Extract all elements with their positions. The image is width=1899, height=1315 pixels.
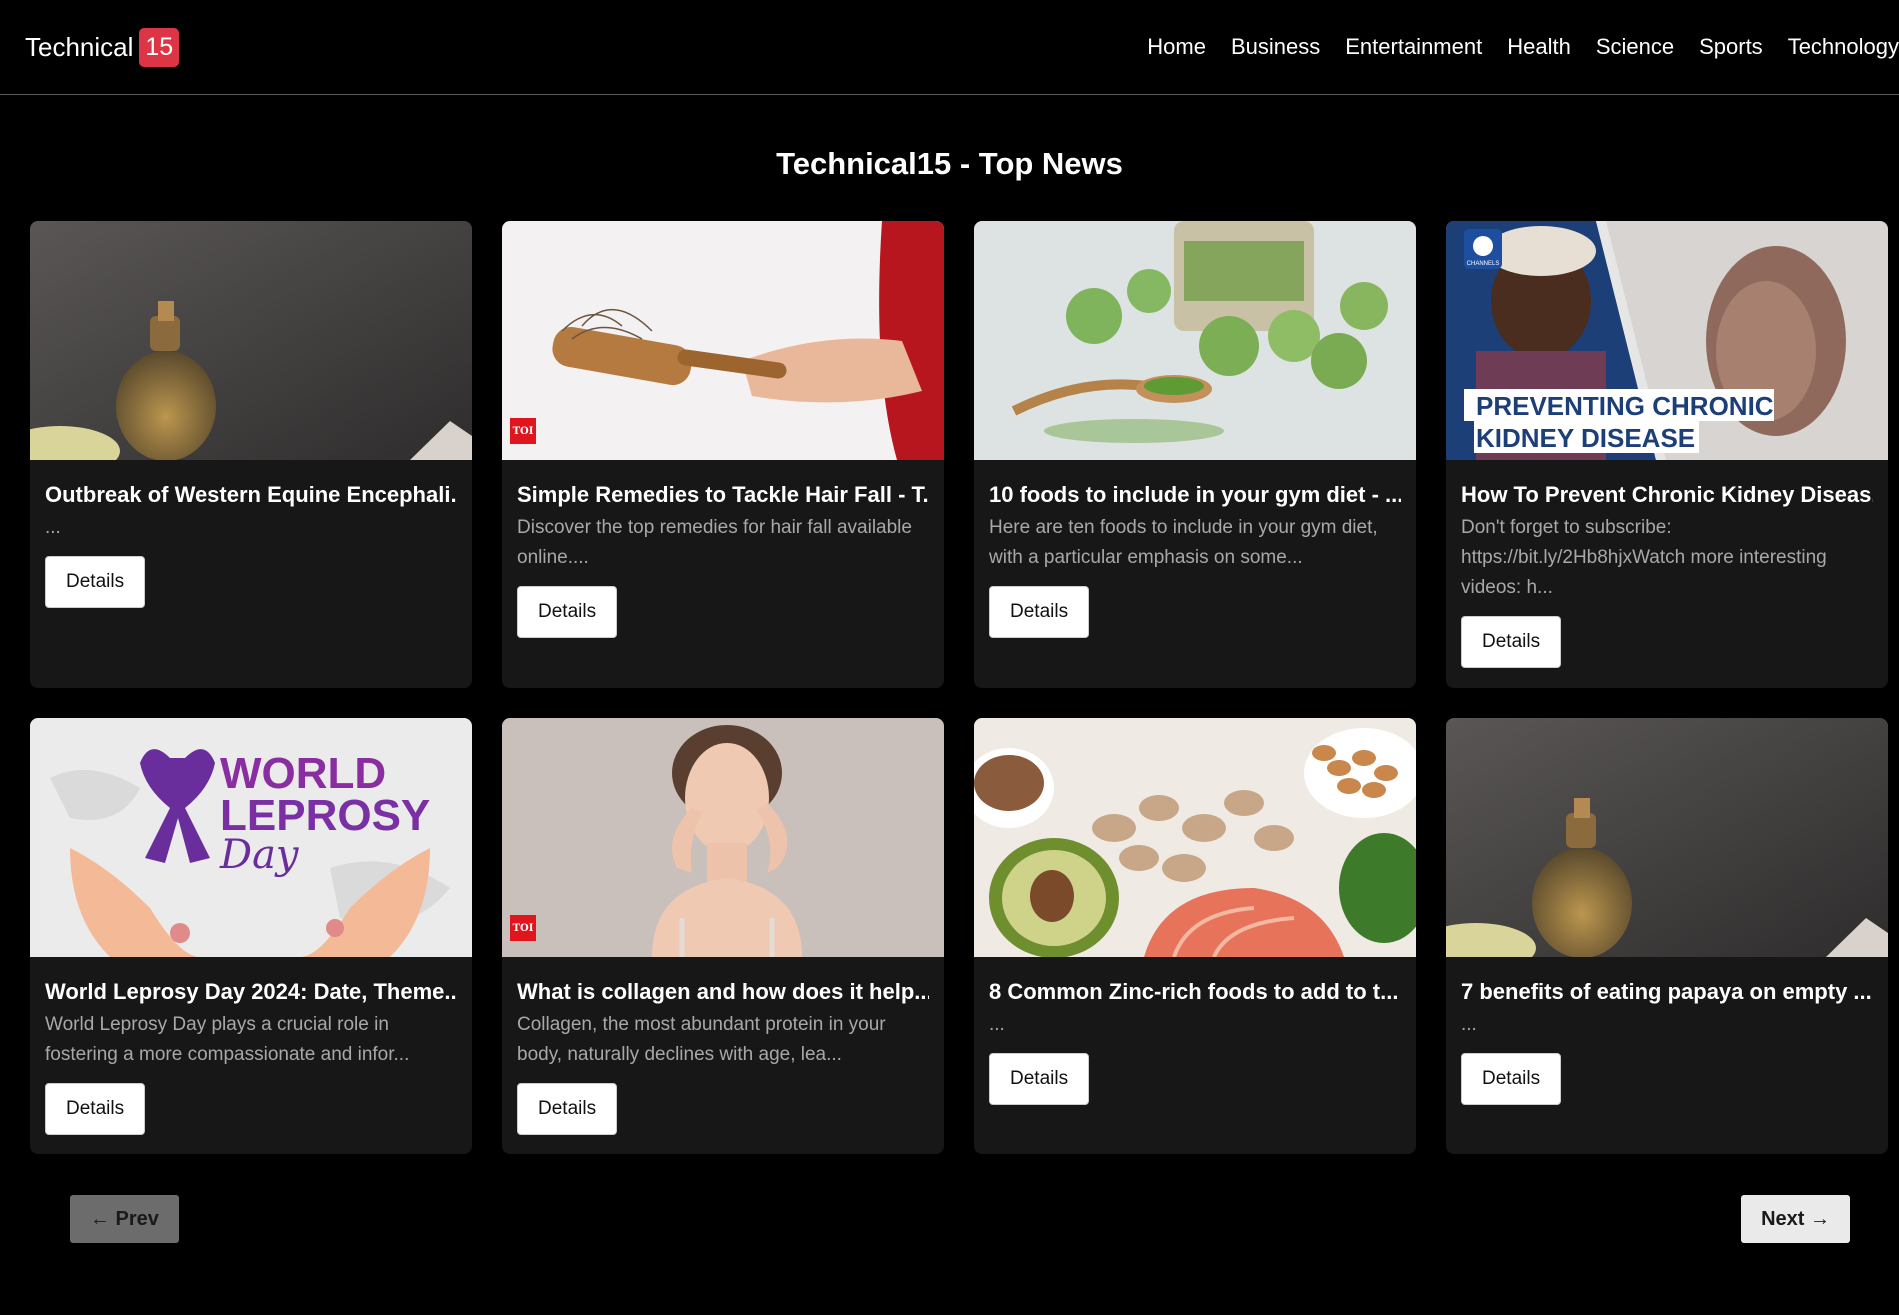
nav-link-science[interactable]: Science <box>1596 34 1674 60</box>
nav-link-business[interactable]: Business <box>1231 34 1320 60</box>
details-button[interactable]: Details <box>45 1083 146 1135</box>
news-image-protein-balls <box>974 221 1416 460</box>
news-title[interactable]: World Leprosy Day 2024: Date, Theme... <box>45 977 457 1007</box>
zinc-foods-image <box>974 718 1416 957</box>
hairbrush-image <box>502 221 944 460</box>
news-title[interactable]: 7 benefits of eating papaya on empty ... <box>1461 977 1873 1007</box>
page-title: Technical15 - Top News <box>776 146 1123 181</box>
news-image-kidney-broadcast: CHANNELS PREVENTING CHRONIC KIDNEY DISEA… <box>1446 221 1888 460</box>
oil-bottle-image <box>1446 718 1888 957</box>
kidney-broadcast-image: CHANNELS PREVENTING CHRONIC KIDNEY DISEA… <box>1446 221 1888 460</box>
nav-links: Home Business Entertainment Health Scien… <box>1122 34 1899 60</box>
nav-link-technology[interactable]: Technology <box>1788 34 1899 60</box>
details-button[interactable]: Details <box>1461 616 1562 668</box>
news-card: 8 Common Zinc-rich foods to add to t... … <box>974 718 1416 1154</box>
brand-name: Technical <box>25 31 134 62</box>
nav-link-home[interactable]: Home <box>1147 34 1206 60</box>
news-image-oil-bottle <box>1446 718 1888 957</box>
news-title[interactable]: How To Prevent Chronic Kidney Diseas... <box>1461 480 1873 510</box>
news-description: Collagen, the most abundant protein in y… <box>517 1014 886 1065</box>
image-headline-line-1: PREVENTING CHRONIC <box>1476 391 1774 421</box>
news-grid: Outbreak of Western Equine Encephali... … <box>30 221 1890 1154</box>
news-title[interactable]: Outbreak of Western Equine Encephali... <box>45 480 457 510</box>
oil-bottle-image <box>30 221 472 460</box>
news-description: Here are ten foods to include in your gy… <box>989 517 1378 568</box>
prev-button[interactable]: ← Prev <box>70 1195 179 1243</box>
news-image-skincare: TOI <box>502 718 944 957</box>
news-description: Don't forget to subscribe: https://bit.l… <box>1461 517 1827 598</box>
details-button[interactable]: Details <box>517 586 618 638</box>
brand-logo[interactable]: Technical 15 <box>25 27 180 67</box>
pagination: ← Prev Next → <box>70 1195 1850 1243</box>
news-title[interactable]: Simple Remedies to Tackle Hair Fall - T.… <box>517 480 929 510</box>
news-description: Discover the top remedies for hair fall … <box>517 517 912 568</box>
news-card: CHANNELS PREVENTING CHRONIC KIDNEY DISEA… <box>1446 221 1888 688</box>
news-card: 7 benefits of eating papaya on empty ...… <box>1446 718 1888 1154</box>
news-card: 10 foods to include in your gym diet - .… <box>974 221 1416 688</box>
toi-logo: TOI <box>510 915 536 941</box>
nav-link-health[interactable]: Health <box>1507 34 1571 60</box>
image-headline-line-2: KIDNEY DISEASE <box>1476 423 1695 453</box>
nav-link-sports[interactable]: Sports <box>1699 34 1763 60</box>
leprosy-day-image: WORLD LEPROSY Day <box>30 718 472 957</box>
details-button[interactable]: Details <box>45 556 146 608</box>
news-image-zinc-foods <box>974 718 1416 957</box>
news-card: Outbreak of Western Equine Encephali... … <box>30 221 472 688</box>
news-image-hairbrush: TOI <box>502 221 944 460</box>
news-description: ... <box>45 517 61 538</box>
details-button[interactable]: Details <box>989 1053 1090 1105</box>
news-card: TOI What is collagen and how does it hel… <box>502 718 944 1154</box>
news-title[interactable]: 10 foods to include in your gym diet - .… <box>989 480 1401 510</box>
channels-logo: CHANNELS <box>1467 261 1500 267</box>
image-headline-day: Day <box>219 832 300 878</box>
news-card: WORLD LEPROSY Day World Leprosy Day 2024… <box>30 718 472 1154</box>
news-title[interactable]: What is collagen and how does it help... <box>517 977 929 1007</box>
protein-balls-image <box>974 221 1416 460</box>
news-description: ... <box>989 1014 1005 1035</box>
navbar: Technical 15 Home Business Entertainment… <box>0 0 1899 95</box>
skincare-image <box>502 718 944 957</box>
details-button[interactable]: Details <box>1461 1053 1562 1105</box>
toi-logo: TOI <box>510 418 536 444</box>
brand-badge: 15 <box>139 27 180 67</box>
news-card: TOI Simple Remedies to Tackle Hair Fall … <box>502 221 944 688</box>
news-title[interactable]: 8 Common Zinc-rich foods to add to t... <box>989 977 1401 1007</box>
news-description: World Leprosy Day plays a crucial role i… <box>45 1014 410 1065</box>
next-button[interactable]: Next → <box>1741 1195 1850 1243</box>
nav-link-entertainment[interactable]: Entertainment <box>1345 34 1482 60</box>
news-description: ... <box>1461 1014 1477 1035</box>
details-button[interactable]: Details <box>517 1083 618 1135</box>
news-image-oil-bottle <box>30 221 472 460</box>
news-image-leprosy-day: WORLD LEPROSY Day <box>30 718 472 957</box>
details-button[interactable]: Details <box>989 586 1090 638</box>
